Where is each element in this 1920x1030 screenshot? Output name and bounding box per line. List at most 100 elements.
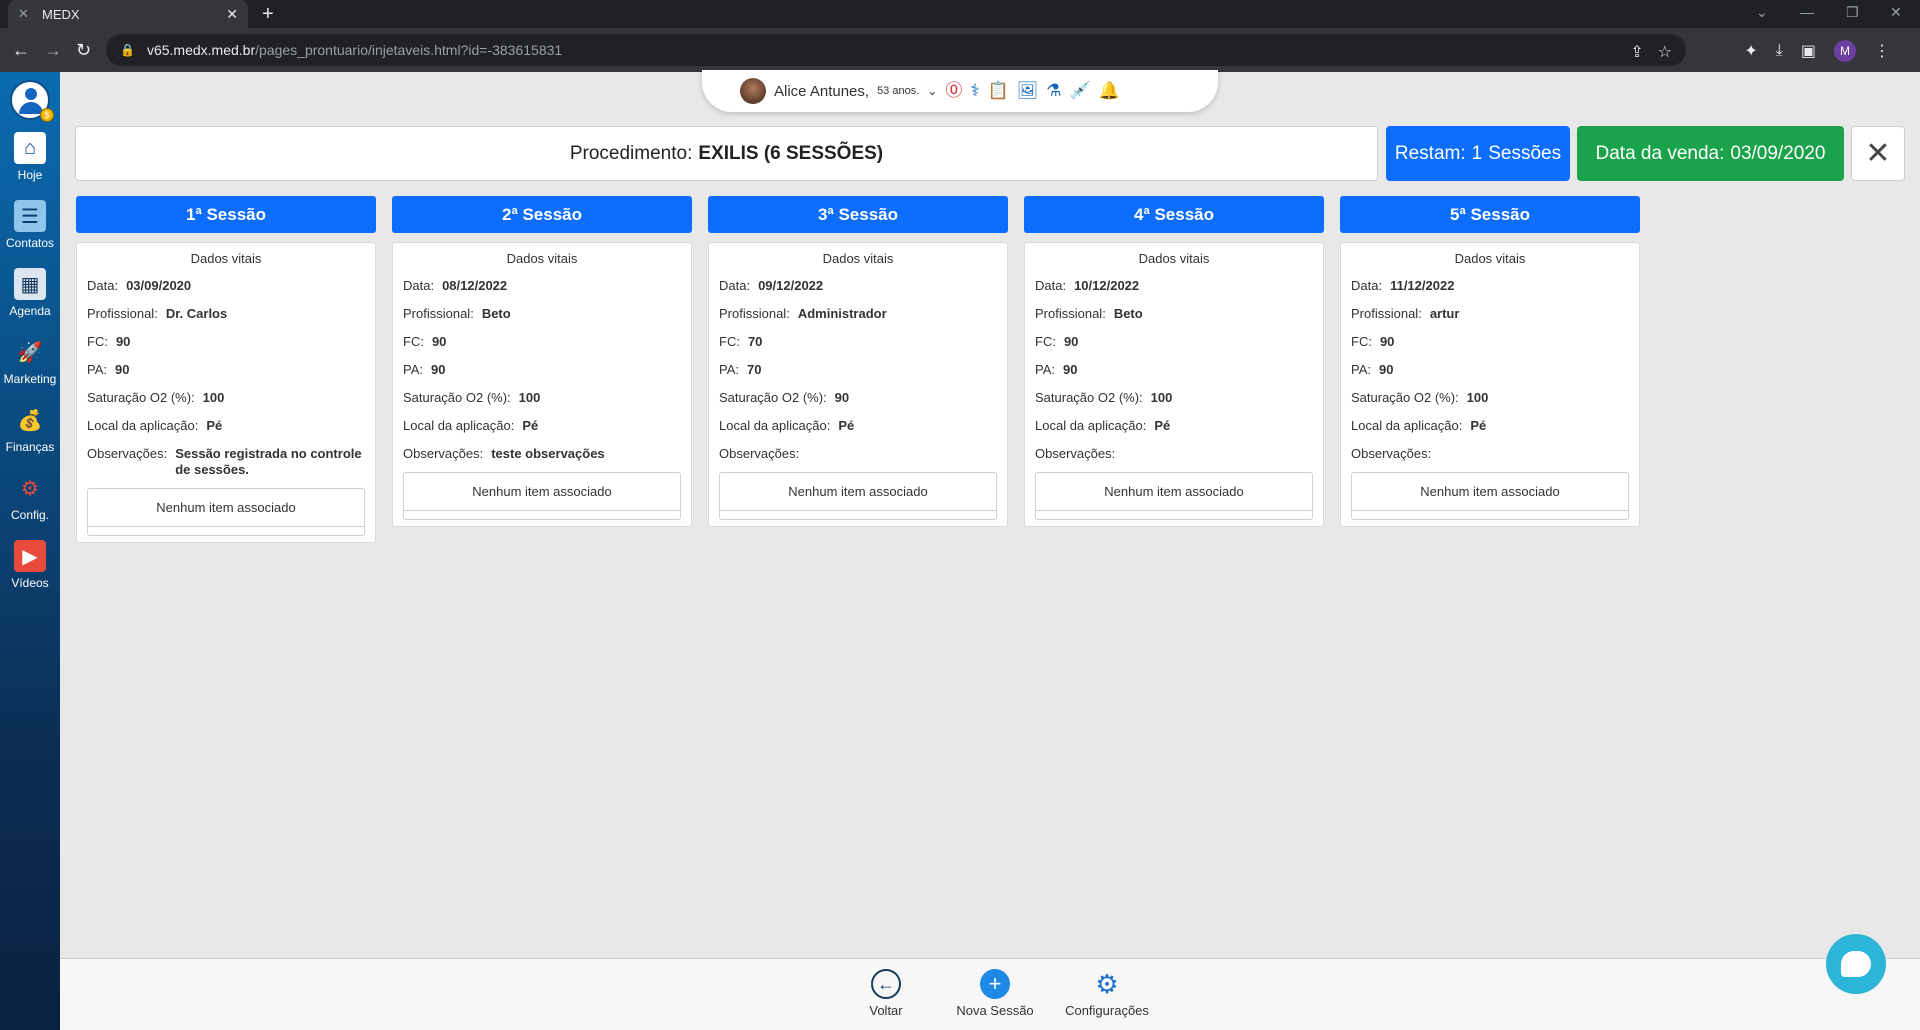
session-header-button[interactable]: 2ª Sessão xyxy=(392,196,692,233)
lock-icon: 🔒 xyxy=(120,43,135,57)
bookmark-star-icon[interactable]: ☆ xyxy=(1658,42,1672,62)
field-value: 90 xyxy=(1063,334,1079,349)
session-field-local: Local da aplicação: Pé xyxy=(1351,418,1629,434)
calendar-icon: ▦ xyxy=(14,268,46,300)
sidebar-item-contatos[interactable]: ☰ Contatos xyxy=(0,200,60,250)
window-close-icon[interactable]: ✕ xyxy=(1890,4,1902,21)
field-label: Profissional: xyxy=(87,306,158,321)
patient-photo[interactable] xyxy=(740,78,766,104)
tab-close-icon[interactable]: ✕ xyxy=(226,6,238,23)
dollar-badge-icon[interactable]: ⓪ xyxy=(945,81,962,101)
contacts-icon: ☰ xyxy=(14,200,46,232)
stethoscope-icon[interactable]: ⚕ xyxy=(970,81,979,101)
chat-bubble-icon xyxy=(1841,951,1871,977)
profile-avatar[interactable]: M xyxy=(1834,40,1856,62)
voltar-button[interactable]: ← Voltar xyxy=(856,969,916,1018)
reload-icon[interactable]: ↻ xyxy=(76,40,91,60)
remaining-sessions-button[interactable]: Restam: 1 Sessões xyxy=(1386,126,1570,181)
associated-items-box: Nenhum item associado xyxy=(719,472,997,520)
nova-sessao-button[interactable]: + Nova Sessão xyxy=(945,969,1045,1018)
field-value: Pé xyxy=(206,418,223,433)
session-field-saturacao: Saturação O2 (%): 100 xyxy=(1351,390,1629,406)
field-value: 08/12/2022 xyxy=(442,278,508,293)
field-value: 100 xyxy=(1150,390,1173,405)
patient-header: Alice Antunes, 53 anos. ⌄ ⓪ ⚕ 📋 🖼 ⚗ 💉 🔔 xyxy=(702,70,1218,112)
session-field-data: Data: 11/12/2022 xyxy=(1351,278,1629,294)
image-gallery-icon[interactable]: 🖼 xyxy=(1017,81,1039,101)
session-field-data: Data: 09/12/2022 xyxy=(719,278,997,294)
field-label: Data: xyxy=(403,278,435,293)
lab-flask-icon[interactable]: ⚗ xyxy=(1046,81,1061,101)
sidebar-item-hoje[interactable]: ⌂ Hoje xyxy=(0,132,60,182)
sidebar-item-financas[interactable]: 💰 Finanças xyxy=(0,404,60,455)
bottom-toolbar: ← Voltar + Nova Sessão ⚙ Configurações xyxy=(60,958,1920,1030)
sidebar-item-agenda[interactable]: ▦ Agenda xyxy=(0,268,60,318)
back-icon[interactable]: ← xyxy=(12,40,30,60)
field-value: teste observações xyxy=(491,446,605,461)
browser-menu-icon[interactable]: ⋮ xyxy=(1874,41,1890,61)
session-field-obs: Observações: xyxy=(1351,446,1629,462)
field-label: Profissional: xyxy=(719,306,790,321)
patient-age: 53 anos. xyxy=(877,85,920,97)
field-value: 70 xyxy=(747,334,763,349)
sale-date-value: 03/09/2020 xyxy=(1730,142,1826,164)
extensions-icon[interactable]: ✦ xyxy=(1744,41,1757,61)
minimize-icon[interactable]: — xyxy=(1800,4,1814,20)
address-bar[interactable]: 🔒 v65.medx.med.br /pages_prontuario/inje… xyxy=(106,34,1686,66)
sidebar-item-config[interactable]: ⚙ Config. xyxy=(0,472,60,523)
session-field-pa: PA: 90 xyxy=(1351,362,1629,378)
sale-date-label: Data da venda: xyxy=(1595,142,1725,164)
field-label: Observações: xyxy=(1351,446,1432,461)
sidebar-item-videos[interactable]: ▶ Vídeos xyxy=(0,540,60,590)
field-value: 100 xyxy=(1466,390,1489,405)
configuracoes-button[interactable]: ⚙ Configurações xyxy=(1052,968,1162,1019)
field-label: PA: xyxy=(719,362,739,377)
session-field-pa: PA: 90 xyxy=(87,362,365,378)
session-field-profissional: Profissional: artur xyxy=(1351,306,1629,322)
share-icon[interactable]: ⇪ xyxy=(1630,42,1643,62)
session-header-button[interactable]: 3ª Sessão xyxy=(708,196,1008,233)
new-tab-icon[interactable]: + xyxy=(262,3,274,26)
field-label: FC: xyxy=(719,334,740,349)
download-icon[interactable]: ⤓ xyxy=(1776,42,1783,60)
field-value: 03/09/2020 xyxy=(126,278,192,293)
bell-icon[interactable]: 🔔 xyxy=(1099,81,1120,101)
chevron-down-icon[interactable]: ⌄ xyxy=(927,84,937,98)
session-header-button[interactable]: 5ª Sessão xyxy=(1340,196,1640,233)
session-header-button[interactable]: 1ª Sessão xyxy=(76,196,376,233)
field-label: Profissional: xyxy=(1035,306,1106,321)
forward-icon[interactable]: → xyxy=(44,40,62,60)
session-column: 4ª Sessão Dados vitais Data: 10/12/2022 P… xyxy=(1024,196,1324,527)
session-field-profissional: Profissional: Beto xyxy=(403,306,681,322)
sidebar-item-marketing[interactable]: 🚀 Marketing xyxy=(0,336,60,387)
tab-search-icon[interactable]: ⌄ xyxy=(1756,4,1768,21)
gear-icon: ⚙ xyxy=(1095,968,1119,999)
field-value: 90 xyxy=(1063,362,1078,377)
close-button[interactable]: ✕ xyxy=(1851,126,1905,181)
patient-name[interactable]: Alice Antunes, xyxy=(774,83,869,100)
side-panel-icon[interactable]: ▣ xyxy=(1801,41,1816,61)
chat-button[interactable] xyxy=(1826,934,1886,994)
sale-date-button[interactable]: Data da venda: 03/09/2020 xyxy=(1577,126,1844,181)
field-label: Data: xyxy=(87,278,119,293)
video-icon: ▶ xyxy=(14,540,46,572)
session-card: Dados vitais Data: 09/12/2022 Profission… xyxy=(708,242,1008,527)
session-field-pa: PA: 90 xyxy=(1035,362,1313,378)
no-items-text: Nenhum item associado xyxy=(1352,473,1628,511)
browser-tab[interactable]: ✕ MEDX ✕ xyxy=(8,0,248,28)
user-avatar-icon[interactable]: $ xyxy=(10,80,54,122)
sidebar-item-label: Contatos xyxy=(5,236,55,250)
syringe-icon[interactable]: 💉 xyxy=(1070,81,1091,101)
sidebar-item-label: Config. xyxy=(10,508,50,522)
gear-icon: ⚙ xyxy=(21,477,39,500)
medx-favicon-icon: ✕ xyxy=(18,6,29,21)
session-column: 2ª Sessão Dados vitais Data: 08/12/2022 P… xyxy=(392,196,692,527)
prescription-icon[interactable]: 📋 xyxy=(988,81,1009,101)
sidebar-item-label: Hoje xyxy=(17,168,43,182)
session-header-button[interactable]: 4ª Sessão xyxy=(1024,196,1324,233)
field-value: Pé xyxy=(1154,418,1171,433)
no-items-text: Nenhum item associado xyxy=(88,489,364,527)
restore-icon[interactable]: ❐ xyxy=(1846,4,1859,21)
field-value: 100 xyxy=(518,390,541,405)
field-value: 90 xyxy=(1379,334,1395,349)
